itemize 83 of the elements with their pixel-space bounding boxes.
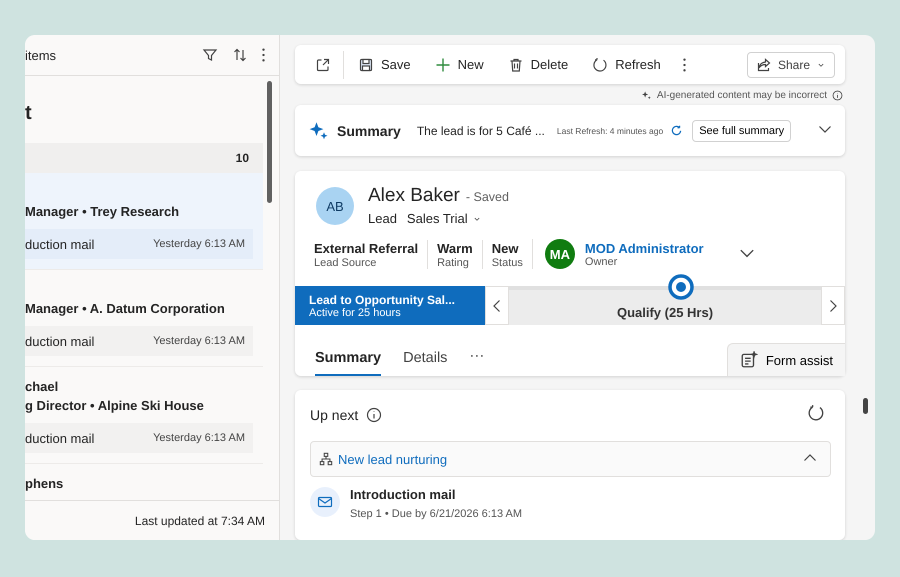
sparkle-icon <box>309 120 329 141</box>
avatar: AB <box>316 187 354 225</box>
ai-disclaimer: AI-generated content may be incorrect <box>656 90 827 102</box>
save-button[interactable]: Save <box>348 52 421 77</box>
group-header[interactable]: 10 <box>25 143 263 173</box>
share-button[interactable]: Share <box>746 52 835 78</box>
activity-time: Yesterday 6:13 AM <box>153 238 245 250</box>
stage-label: Qualify (25 Hrs) <box>616 305 714 320</box>
refresh-icon <box>592 56 608 73</box>
process-name-panel[interactable]: Lead to Opportunity Sal... Active for 25 hours <box>295 286 485 325</box>
field-value: Warm <box>437 240 473 256</box>
active-stage-icon <box>668 274 694 300</box>
stage[interactable]: Qualify (25 Hrs) <box>509 286 821 325</box>
refresh-icon[interactable] <box>671 125 682 136</box>
scrollbar-thumb[interactable] <box>267 81 272 203</box>
form-assist-button[interactable]: Form assist <box>726 343 845 376</box>
sparkle-icon <box>640 90 652 102</box>
owner-link[interactable]: MOD Administrator <box>584 240 704 256</box>
sequence-header[interactable]: New lead nurturing <box>310 441 831 477</box>
save-status: - Saved <box>466 190 509 204</box>
mail-icon <box>310 487 340 517</box>
scrollbar-thumb[interactable] <box>863 398 868 414</box>
last-updated-text: Last updated at 7:34 AM <box>134 514 265 528</box>
lead-card[interactable]: chael g Director • Alpine Ski House duction mail Yesterday 6:13 AM <box>25 367 263 464</box>
field-label: Owner <box>584 256 618 268</box>
plus-icon <box>434 56 451 73</box>
field-label: Rating <box>437 256 470 268</box>
lead-card[interactable]: Manager • A. Datum Corporation duction mail Yesterday 6:13 AM <box>25 270 263 367</box>
tab[interactable]: Summary <box>315 350 382 376</box>
process-duration: Active for 25 hours <box>309 306 402 318</box>
record-name: Alex Baker <box>368 185 460 207</box>
field-label: Lead Source <box>314 256 378 268</box>
refresh-button[interactable]: Refresh <box>582 52 671 77</box>
lead-card[interactable]: phens <box>25 464 263 500</box>
activity-name: duction mail <box>25 334 94 348</box>
save-icon <box>358 56 374 73</box>
lead-subtitle: g Director • Alpine Ski House <box>25 397 205 415</box>
lead-subtitle: Manager • A. Datum Corporation <box>25 300 226 318</box>
owner-avatar: MA <box>544 239 575 269</box>
list-header-title: items <box>25 48 58 62</box>
group-count: 10 <box>236 151 249 165</box>
field-label: Status <box>492 256 523 268</box>
new-button[interactable]: New <box>424 52 494 77</box>
last-refresh-text: Last Refresh: 4 minutes ago <box>556 126 664 136</box>
sequence-link[interactable]: New lead nurturing <box>338 452 448 466</box>
activity-row[interactable]: duction mail Yesterday 6:13 AM <box>25 423 253 453</box>
activity-row[interactable]: duction mail Yesterday 6:13 AM <box>25 229 253 259</box>
more-tabs-button[interactable]: ··· <box>469 347 484 376</box>
field-value: External Referral <box>314 240 418 256</box>
see-full-summary-button[interactable]: See full summary <box>692 120 792 142</box>
field-value: New <box>492 240 520 256</box>
step-title: Introduction mail <box>350 487 456 502</box>
tab[interactable]: Details <box>403 350 448 376</box>
activity-name: duction mail <box>25 430 94 446</box>
lead-name: chael <box>25 378 60 396</box>
activity-row[interactable]: duction mail Yesterday 6:13 AM <box>25 326 253 356</box>
share-icon <box>756 56 772 73</box>
trash-icon <box>508 56 524 73</box>
entity-name: Lead <box>368 211 397 226</box>
activity-name: duction mail <box>25 236 94 252</box>
info-icon <box>366 406 382 422</box>
summary-text: The lead is for 5 Café ... <box>416 124 545 138</box>
more-icon <box>682 58 686 72</box>
info-icon <box>832 90 843 102</box>
list-title: t <box>25 102 33 125</box>
form-assist-icon <box>740 351 758 369</box>
refresh-icon <box>807 404 825 422</box>
activity-time: Yesterday 6:13 AM <box>153 432 245 444</box>
form-selector[interactable]: Sales Trial <box>406 211 482 226</box>
process-name: Lead to Opportunity Sal... <box>309 292 456 306</box>
filter-icon <box>202 47 218 63</box>
more-icon <box>262 48 265 62</box>
lead-subtitle: Manager • Trey Research <box>25 203 180 221</box>
step-detail: Step 1 • Due by 6/21/2026 6:13 AM <box>350 508 522 520</box>
hierarchy-icon <box>319 452 333 466</box>
sort-icon <box>232 47 248 63</box>
pop-out-icon <box>315 56 331 73</box>
lead-card[interactable]: Manager • Trey Research duction mail Yesterday 6:13 AM <box>25 173 263 270</box>
activity-time: Yesterday 6:13 AM <box>153 335 245 347</box>
up-next-title: Up next <box>310 406 358 422</box>
delete-button[interactable]: Delete <box>498 52 578 77</box>
summary-title: Summary <box>337 122 401 139</box>
lead-name: phens <box>25 475 64 493</box>
